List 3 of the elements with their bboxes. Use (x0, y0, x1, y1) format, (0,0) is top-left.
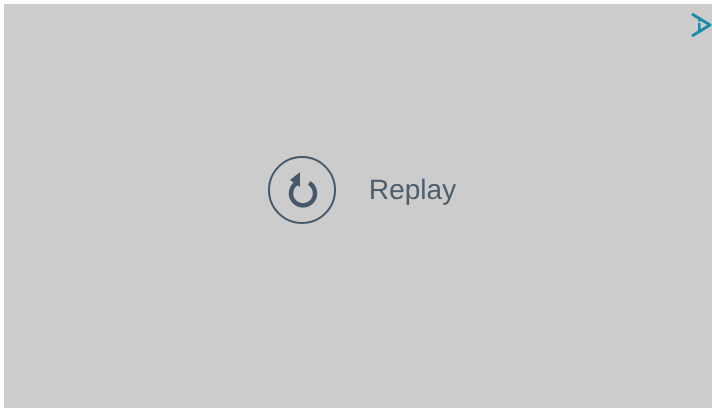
replay-button[interactable]: Replay (266, 154, 456, 224)
info-play-icon[interactable] (690, 12, 712, 38)
replay-icon (266, 154, 337, 224)
